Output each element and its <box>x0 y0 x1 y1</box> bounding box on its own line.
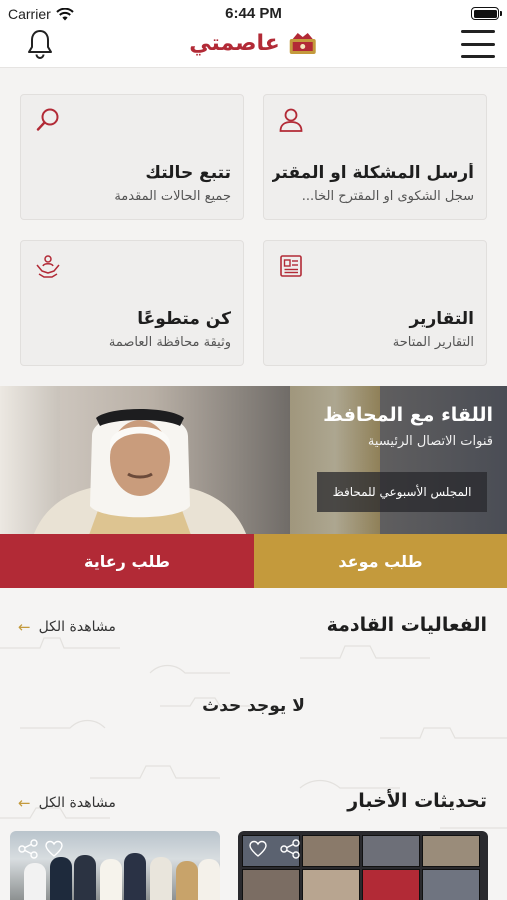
status-bar: Carrier 6:44 PM <box>0 0 507 28</box>
content-section: الفعاليات القادمة ← مشاهدة الكل لا يوجد … <box>0 588 507 900</box>
logo-text: عاصمتي <box>189 30 280 56</box>
events-empty-state: لا يوجد حدث <box>202 696 305 716</box>
news-thumbnail[interactable] <box>10 831 220 900</box>
logo-emblem-icon <box>289 33 316 54</box>
card-subtitle: وثيقة محافظة العاصمة <box>108 335 231 350</box>
appointment-request-button[interactable]: طلب موعد <box>254 534 507 588</box>
card-reports[interactable]: التقارير التقارير المتاحة <box>263 240 487 366</box>
events-view-all-link[interactable]: ← مشاهدة الكل <box>18 618 116 636</box>
app-logo: عاصمتي <box>189 30 318 56</box>
share-icon[interactable] <box>280 839 300 859</box>
search-icon <box>36 108 59 131</box>
card-subtitle: التقارير المتاحة <box>392 335 474 350</box>
report-icon <box>280 255 302 277</box>
status-time: 6:44 PM <box>225 5 282 22</box>
battery-icon <box>471 7 502 20</box>
top-navbar: عاصمتي <box>0 28 507 68</box>
card-title: تتبع حالتك <box>145 163 231 183</box>
heart-icon[interactable] <box>248 839 268 859</box>
volunteer-icon <box>36 255 60 278</box>
share-icon[interactable] <box>18 839 38 859</box>
arrow-left-icon: ← <box>18 794 31 812</box>
news-section-title: تحديثات الأخبار <box>347 790 487 812</box>
news-thumbnail[interactable] <box>238 831 488 900</box>
bell-icon[interactable] <box>26 28 54 60</box>
card-title: التقارير <box>409 309 474 329</box>
events-section-title: الفعاليات القادمة <box>326 614 487 636</box>
card-title: كن متطوعًا <box>137 309 231 329</box>
card-subtitle: جميع الحالات المقدمة <box>114 189 231 204</box>
governor-meeting-banner[interactable]: اللقاء مع المحافظ قنوات الاتصال الرئيسية… <box>0 386 507 534</box>
weekly-council-button[interactable]: المجلس الأسبوعي للمحافظ <box>317 472 487 512</box>
card-title: أرسل المشكلة او المقترح ا... <box>272 163 474 183</box>
heart-icon[interactable] <box>44 839 64 859</box>
card-track-case[interactable]: تتبع حالتك جميع الحالات المقدمة <box>20 94 244 220</box>
banner-title: اللقاء مع المحافظ <box>323 404 493 426</box>
news-view-all-label: مشاهدة الكل <box>38 795 116 811</box>
news-view-all-link[interactable]: ← مشاهدة الكل <box>18 794 116 812</box>
banner-subtitle: قنوات الاتصال الرئيسية <box>367 434 493 449</box>
card-volunteer[interactable]: كن متطوعًا وثيقة محافظة العاصمة <box>20 240 244 366</box>
governor-photo <box>33 409 247 534</box>
user-icon <box>279 108 303 132</box>
events-view-all-label: مشاهدة الكل <box>38 619 116 635</box>
sponsorship-request-button[interactable]: طلب رعاية <box>0 534 254 588</box>
card-subtitle: سجل الشكوى او المقترح الخا... <box>301 189 474 204</box>
hamburger-menu-icon[interactable] <box>461 30 495 58</box>
card-submit-issue[interactable]: أرسل المشكلة او المقترح ا... سجل الشكوى … <box>263 94 487 220</box>
arrow-left-icon: ← <box>18 618 31 636</box>
